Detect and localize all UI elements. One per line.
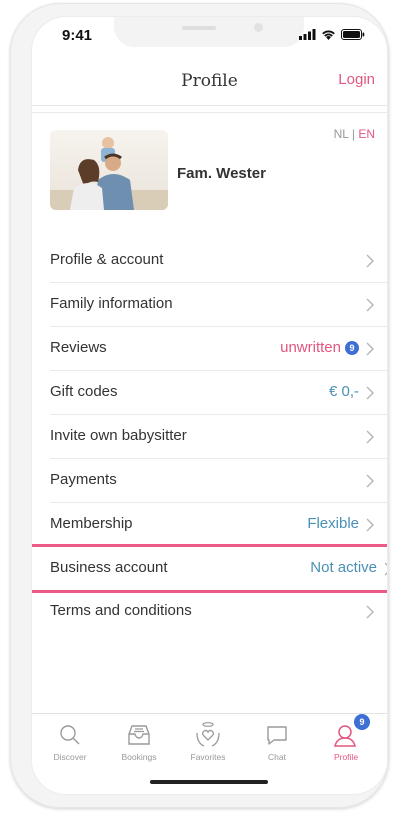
chevron-right-icon — [366, 518, 374, 532]
tab-profile[interactable]: 9 Profile — [316, 714, 376, 762]
language-nl[interactable]: NL — [334, 127, 349, 141]
chevron-right-icon — [384, 562, 387, 576]
page-title: Profile — [181, 71, 238, 91]
signal-icon — [299, 29, 316, 40]
menu-item-business-account[interactable]: Business account Not active — [32, 544, 387, 593]
menu-item-profile-account[interactable]: Profile & account — [50, 239, 387, 283]
menu-item-label: Invite own babysitter — [50, 427, 187, 444]
menu-item-invite-babysitter[interactable]: Invite own babysitter — [50, 415, 387, 459]
notch — [114, 17, 304, 47]
chevron-right-icon — [366, 254, 374, 268]
reviews-count-badge: 9 — [345, 340, 359, 355]
chat-icon — [267, 726, 287, 745]
chevron-right-icon — [366, 342, 374, 356]
menu-item-membership[interactable]: Membership Flexible — [50, 503, 387, 547]
menu-item-payments[interactable]: Payments — [50, 459, 387, 503]
speaker — [182, 26, 216, 30]
menu-item-reviews[interactable]: Reviews unwritten 9 — [50, 327, 387, 371]
status-time: 9:41 — [62, 27, 93, 44]
chevron-right-icon — [366, 386, 374, 400]
business-account-value: Not active — [310, 559, 377, 576]
status-icons — [299, 29, 365, 40]
menu-item-label: Terms and conditions — [50, 602, 192, 619]
menu-item-label: Business account — [50, 559, 168, 576]
menu-item-label: Family information — [50, 295, 173, 312]
search-icon — [60, 725, 80, 745]
tab-favorites[interactable]: Favorites — [178, 720, 238, 762]
family-photo — [50, 130, 168, 210]
reviews-status: unwritten 9 — [280, 339, 359, 356]
language-en[interactable]: EN — [358, 127, 375, 141]
tab-label: Chat — [268, 752, 286, 762]
avatar[interactable] — [50, 130, 168, 210]
menu-item-terms[interactable]: Terms and conditions — [50, 590, 387, 633]
language-separator: | — [351, 127, 355, 141]
tab-chat[interactable]: Chat — [247, 720, 307, 762]
gift-codes-value: € 0,- — [328, 383, 359, 400]
tab-bar: Discover Bookings Favorites Chat 9 Profi… — [32, 713, 387, 774]
header: Profile Login — [32, 57, 387, 106]
profile-tab-badge: 9 — [354, 714, 370, 730]
chevron-right-icon — [366, 430, 374, 444]
battery-icon — [341, 29, 365, 40]
chevron-right-icon — [366, 474, 374, 488]
login-button[interactable]: Login — [338, 71, 375, 88]
camera — [254, 23, 263, 32]
membership-value: Flexible — [307, 515, 359, 532]
menu-item-label: Reviews — [50, 339, 107, 356]
menu-item-family-information[interactable]: Family information — [50, 283, 387, 327]
menu-item-gift-codes[interactable]: Gift codes € 0,- — [50, 371, 387, 415]
menu-item-label: Profile & account — [50, 251, 164, 268]
tab-label: Discover — [53, 752, 87, 762]
language-switch: NL | EN — [334, 127, 375, 141]
heart-hands-icon — [196, 722, 220, 747]
profile-name: Fam. Wester — [177, 165, 266, 182]
inbox-icon — [128, 725, 150, 745]
tab-label: Profile — [333, 752, 359, 762]
chevron-right-icon — [366, 605, 374, 619]
chevron-right-icon — [366, 298, 374, 312]
phone-frame: 9:41 Profile Login NL | EN Fam. Wester P… — [10, 3, 389, 808]
divider — [32, 112, 387, 113]
screen: 9:41 Profile Login NL | EN Fam. Wester P… — [32, 17, 387, 794]
home-indicator[interactable] — [150, 780, 268, 784]
tab-label: Favorites — [190, 752, 226, 762]
reviews-status-text: unwritten — [280, 339, 341, 356]
menu-item-label: Payments — [50, 471, 117, 488]
profile-menu: Profile & account Family information Rev… — [32, 239, 387, 633]
wifi-icon — [322, 30, 335, 40]
menu-item-label: Membership — [50, 515, 133, 532]
tab-discover[interactable]: Discover — [40, 720, 100, 762]
tab-bookings[interactable]: Bookings — [109, 720, 169, 762]
tab-label: Bookings — [121, 752, 157, 762]
menu-item-label: Gift codes — [50, 383, 118, 400]
